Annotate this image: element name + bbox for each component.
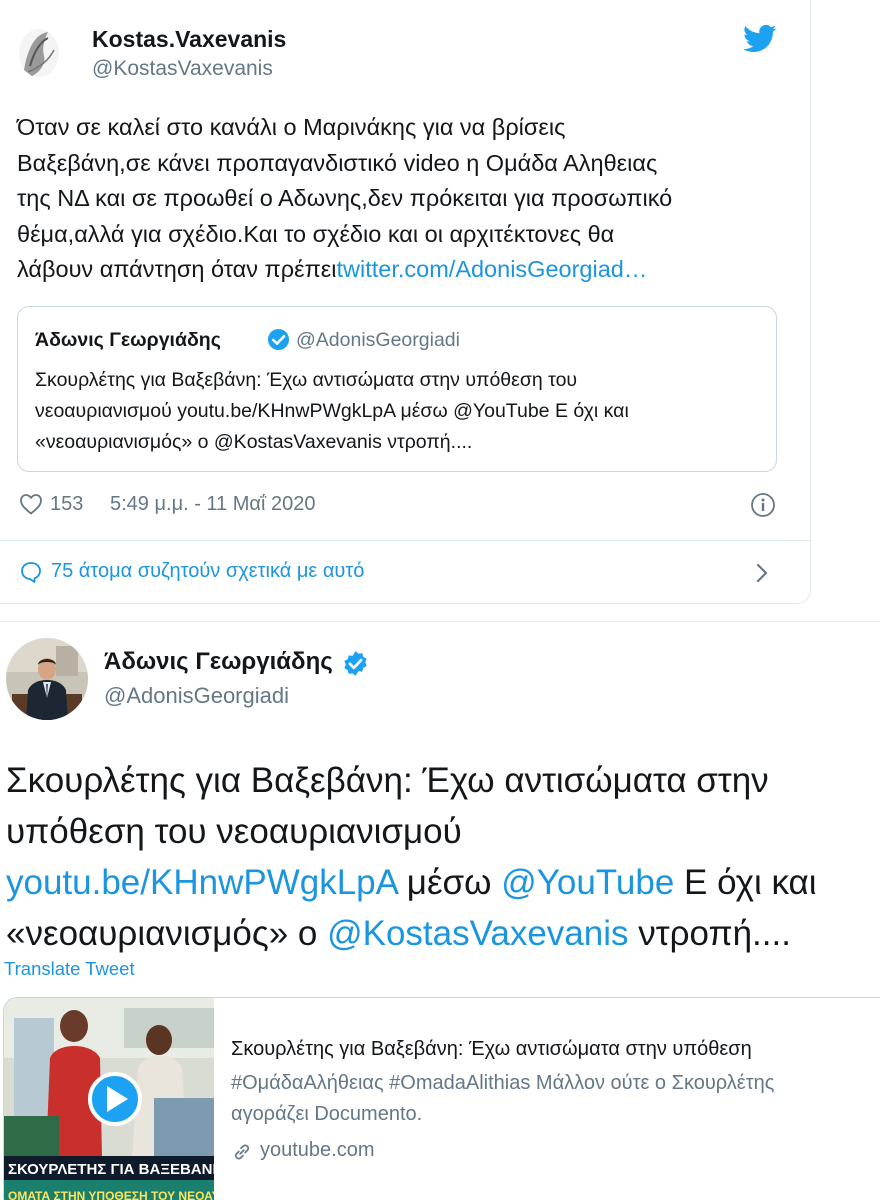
like-count[interactable]: 153 [50,493,83,516]
thumbnail-caption: ΣΚΟΥΡΛΕΤΗΣ ΓΙΑ ΒΑΞΕΒΑΝΗ [8,1161,214,1178]
tweet-text-line: υπόθεση του νεοαυριανισμού [6,812,462,851]
card-description-line: αγοράζει Documento. [231,1103,423,1125]
link-icon [235,1144,249,1160]
author-handle[interactable]: @AdonisGeorgiadi [104,683,289,709]
tweet-text-tail: λάβουν απάντηση όταν πρέπει [17,256,337,282]
author-avatar[interactable] [6,638,88,720]
quoted-text-line: «νεοαυριανισμός» ο @KostasVaxevanis ντρο… [35,431,473,453]
quoted-author-handle: @AdonisGeorgiadi [296,329,460,351]
info-icon[interactable] [750,492,776,518]
tweet-text-line: θέμα,αλλά για σχέδιο.Και το σχέδιο και ο… [17,220,615,247]
reply-bubble-icon[interactable] [19,560,43,584]
card-title: Σκουρλέτης για Βαξεβάνη: Έχω αντισώματα … [231,1038,752,1060]
verified-badge-icon [267,328,290,351]
author-name[interactable]: Kostas.Vaxevanis [92,26,286,53]
tweet-text-line: Βαξεβάνη,σε κάνει προπαγανδιστικό video … [17,149,658,176]
card-domain: youtube.com [260,1139,375,1161]
youtube-short-link[interactable]: youtu.be/KHnwPWgkLpA [6,863,397,902]
tweet-text-line: Όταν σε καλεί στο κανάλι ο Μαρινάκης για… [17,114,566,140]
tweet-text-line: «νεοαυριανισμός» ο @KostasVaxevanis ντρο… [6,908,880,959]
quoted-author-name: Άδωνις Γεωργιάδης [35,329,221,351]
divider [0,621,880,622]
tweet-text-span: «νεοαυριανισμός» ο [6,914,328,953]
tweet-text-line: της ΝΔ και σε προωθεί ο Αδωνης,δεν πρόκε… [17,185,673,211]
youtube-mention[interactable]: @YouTube [501,863,674,902]
card-description: #ΟμάδαΑλήθειας #OmadaAlithias Μάλλον ούτ… [231,1068,880,1130]
chevron-right-icon[interactable] [752,561,772,585]
twitter-bird-icon[interactable] [743,24,777,54]
author-avatar[interactable] [14,26,64,80]
quoted-tweet-text: Σκουρλέτης για Βαξεβάνη: Έχω αντισώματα … [35,365,770,458]
tweet-text: Σκουρλέτης για Βαξεβάνη: Έχω αντισώματα … [6,755,880,959]
tweet-timestamp[interactable]: 5:49 μ.μ. - 11 Μαΐ 2020 [110,493,315,516]
vaxevanis-mention[interactable]: @KostasVaxevanis [327,914,628,953]
card-description-line: #ΟμάδαΑλήθειας #OmadaAlithias Μάλλον ούτ… [231,1072,775,1094]
author-handle[interactable]: @KostasVaxevanis [92,57,273,81]
video-thumbnail[interactable]: ΣΚΟΥΡΛΕΤΗΣ ΓΙΑ ΒΑΞΕΒΑΝΗ ΟΜΑΤΑ ΣΤΗΝ ΥΠΟΘΕ… [4,998,214,1200]
thumbnail-caption: ΟΜΑΤΑ ΣΤΗΝ ΥΠΟΘΕΣΗ ΤΟΥ ΝΕΟΑΥ [8,1189,214,1200]
quoted-text-line: νεοαυριανισμού youtu.be/KHnwPWgkLpA μέσω… [35,400,629,422]
play-button-icon[interactable] [88,1072,142,1126]
embedded-tweet-card: Kostas.Vaxevanis @KostasVaxevanis Όταν σ… [0,0,811,604]
quoted-text-line: Σκουρλέτης για Βαξεβάνη: Έχω αντισώματα … [35,369,578,391]
tweet-text-line: λάβουν απάντηση όταν πρέπειtwitter.com/A… [17,252,797,288]
quoted-tweet[interactable]: Άδωνις Γεωργιάδης @AdonisGeorgiadi Σκουρ… [17,306,777,472]
tweet-text-span: μέσω [397,863,502,902]
author-name[interactable]: Άδωνις Γεωργιάδης [104,648,333,676]
tweet-text-line: Σκουρλέτης για Βαξεβάνη: Έχω αντισώματα … [6,761,769,800]
heart-icon[interactable] [19,493,43,515]
tweet-text: Όταν σε καλεί στο κανάλι ο Μαρινάκης για… [17,110,797,288]
tweet-text-span: ντροπή.... [628,914,791,953]
divider [0,540,811,541]
tweet-text-span: Ε όχι και [674,863,817,902]
quoted-tweet-link[interactable]: twitter.com/AdonisGeorgiad… [336,256,647,282]
translate-tweet-link[interactable]: Translate Tweet [4,958,135,980]
verified-badge-icon [344,651,367,676]
conversation-link[interactable]: 75 άτομα συζητούν σχετικά με αυτό [51,560,364,583]
tweet-text-line: youtu.be/KHnwPWgkLpA μέσω @YouTube Ε όχι… [6,857,880,908]
link-preview-card[interactable]: ΣΚΟΥΡΛΕΤΗΣ ΓΙΑ ΒΑΞΕΒΑΝΗ ΟΜΑΤΑ ΣΤΗΝ ΥΠΟΘΕ… [3,997,880,1200]
